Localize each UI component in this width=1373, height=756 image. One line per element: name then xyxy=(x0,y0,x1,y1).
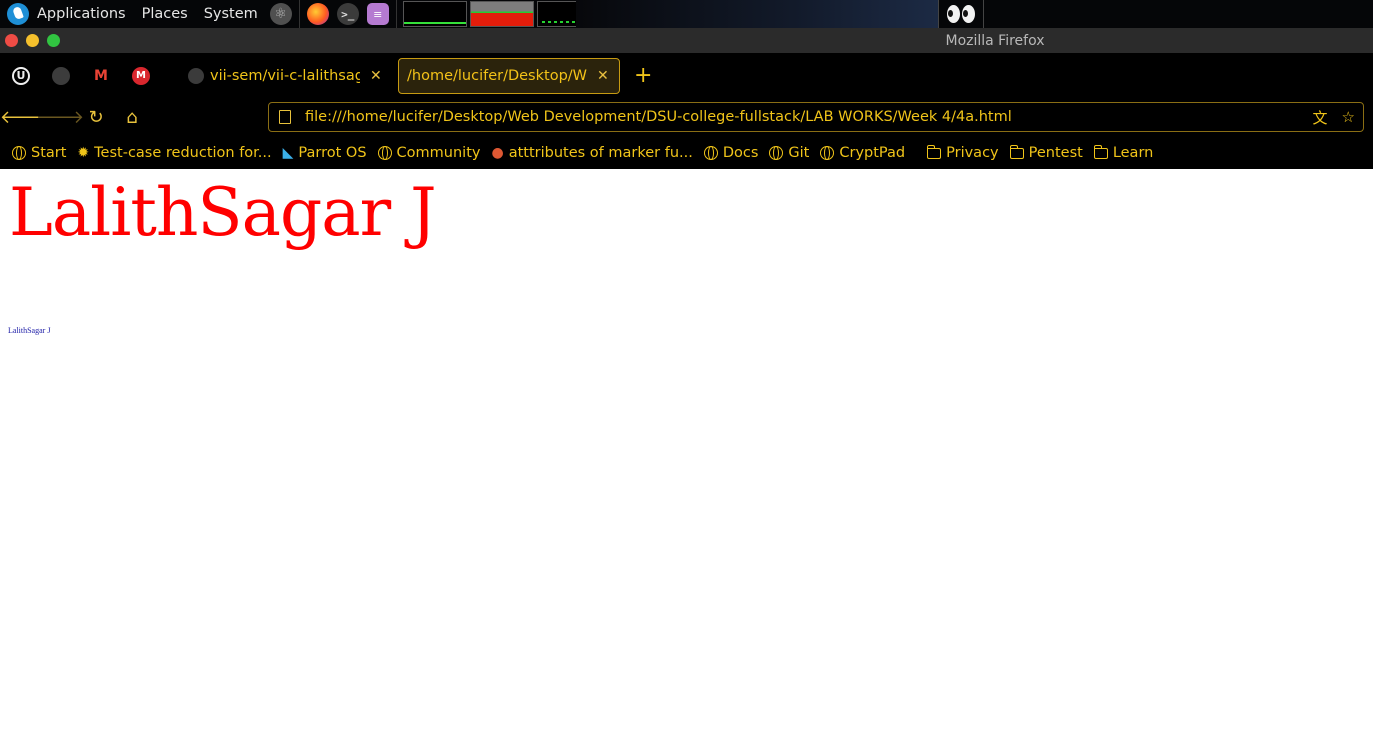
parrot-logo-icon[interactable] xyxy=(7,3,29,25)
tab-github-repo[interactable]: vii-sem/vii-c-lalithsagarJ ✕ xyxy=(180,58,394,94)
duckduckgo-icon: ● xyxy=(491,145,504,161)
bookmark-start[interactable]: Start xyxy=(12,145,66,161)
home-button[interactable]: ⌂ xyxy=(115,103,149,133)
panel-background xyxy=(576,0,938,28)
small-name-text: LalithSagar J xyxy=(8,326,51,335)
panel-separator xyxy=(395,0,397,28)
eye-icon xyxy=(962,5,975,23)
parrot-icon: ◣ xyxy=(282,145,294,161)
folder-icon xyxy=(1093,144,1108,159)
xeyes-applet xyxy=(938,0,984,28)
folder-icon xyxy=(1009,144,1024,159)
translate-icon[interactable]: 文 xyxy=(1313,107,1328,128)
bookmark-docs[interactable]: Docs xyxy=(703,145,759,161)
globe-icon xyxy=(12,146,26,160)
forward-button[interactable]: 🡒 xyxy=(36,103,84,133)
bookmark-label: Community xyxy=(396,145,481,161)
bookmark-label: Docs xyxy=(722,145,759,161)
bookmark-cryptpad[interactable]: CryptPad xyxy=(820,145,905,161)
bookmark-label: Git xyxy=(788,145,810,161)
page-info-icon[interactable] xyxy=(279,110,291,124)
pinned-tab-mega[interactable]: M xyxy=(122,58,160,94)
tab-label: vii-sem/vii-c-lalithsagarJ xyxy=(210,67,360,84)
page-content: LalithSagar J LalithSagar J xyxy=(0,169,1373,756)
bookmark-parrot-os[interactable]: ◣ Parrot OS xyxy=(283,145,367,161)
globe-icon xyxy=(703,146,718,160)
eye-icon xyxy=(947,5,960,23)
gmail-icon: M xyxy=(94,67,108,84)
globe-icon xyxy=(377,146,392,160)
bookmarks-toolbar: Start ✹ Test-case reduction for... ◣ Parro… xyxy=(0,137,1373,169)
github-icon xyxy=(52,66,70,85)
close-tab-icon[interactable]: ✕ xyxy=(597,68,609,84)
menu-places[interactable]: Places xyxy=(134,0,196,28)
bookmark-label: Test-case reduction for... xyxy=(94,145,272,161)
terminal-icon[interactable]: >_ xyxy=(336,3,359,25)
close-tab-icon[interactable]: ✕ xyxy=(370,68,382,84)
menu-applications[interactable]: Applications xyxy=(35,0,134,28)
bookmark-folder-privacy[interactable]: Privacy xyxy=(927,144,999,161)
bookmark-marker-attributes[interactable]: ● atttributes of marker fu... xyxy=(491,145,692,161)
text-editor-icon[interactable]: ≡ xyxy=(366,3,389,25)
atom-icon[interactable]: ⚛ xyxy=(269,3,292,25)
new-tab-button[interactable]: + xyxy=(634,63,652,88)
pinned-tab-github[interactable] xyxy=(42,58,80,94)
bookmark-folder-pentest[interactable]: Pentest xyxy=(1009,144,1083,161)
bookmark-test-case[interactable]: ✹ Test-case reduction for... xyxy=(77,145,271,161)
cpu-monitor xyxy=(402,1,467,27)
bookmark-git[interactable]: Git xyxy=(769,145,809,161)
url-bar[interactable]: file:///home/lucifer/Desktop/Web Develop… xyxy=(268,102,1364,132)
globe-icon xyxy=(820,146,835,160)
github-icon xyxy=(188,67,204,84)
url-input[interactable]: file:///home/lucifer/Desktop/Web Develop… xyxy=(305,109,1313,125)
gear-icon: ✹ xyxy=(77,145,90,161)
bookmark-community[interactable]: Community xyxy=(377,145,481,161)
navigation-bar: 🡐 🡒 ↻ ⌂ file:///home/lucifer/Desktop/Web… xyxy=(0,98,1373,137)
firefox-account-icon: U xyxy=(12,66,30,85)
bookmark-label: Privacy xyxy=(946,145,999,161)
bookmark-label: Parrot OS xyxy=(298,145,367,161)
bookmark-label: Start xyxy=(31,145,67,161)
memory-monitor xyxy=(469,1,534,27)
desktop-panel: Applications Places System ⚛ >_ ≡ xyxy=(0,0,1373,28)
page-heading: LalithSagar J xyxy=(9,174,437,251)
bookmark-label: Pentest xyxy=(1028,145,1083,161)
reload-button[interactable]: ↻ xyxy=(79,103,113,133)
bookmark-label: atttributes of marker fu... xyxy=(508,145,693,161)
firefox-icon[interactable] xyxy=(306,3,329,25)
window-titlebar[interactable]: Mozilla Firefox xyxy=(0,28,1373,53)
mega-icon: M xyxy=(132,66,150,85)
bookmark-label: Learn xyxy=(1112,145,1154,161)
panel-separator xyxy=(298,0,300,28)
tab-local-file[interactable]: /home/lucifer/Desktop/Web ✕ xyxy=(398,57,620,94)
menu-system[interactable]: System xyxy=(196,0,266,28)
globe-icon xyxy=(769,146,784,160)
tab-label: /home/lucifer/Desktop/Web xyxy=(407,67,587,84)
bookmark-folder-learn[interactable]: Learn xyxy=(1093,144,1154,161)
bookmark-star-icon[interactable]: ☆ xyxy=(1342,108,1355,126)
folder-icon xyxy=(927,144,942,159)
pinned-tab-gmail[interactable]: M xyxy=(82,58,120,94)
pinned-tab-firefox-account[interactable]: U xyxy=(2,58,40,94)
bookmark-label: CryptPad xyxy=(839,145,906,161)
window-title: Mozilla Firefox xyxy=(945,32,1045,49)
tab-strip: U M M vii-sem/vii-c-lalithsagarJ ✕ /home… xyxy=(0,53,1373,98)
